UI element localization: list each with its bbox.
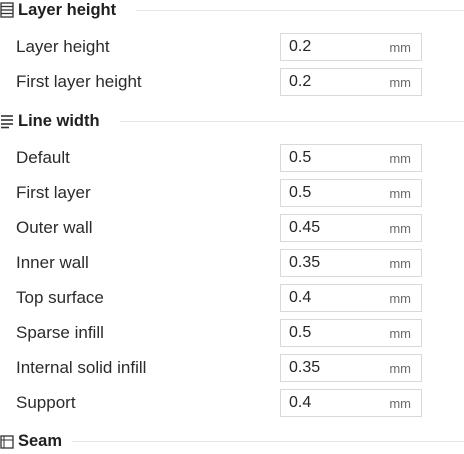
setting-label: Outer wall xyxy=(16,218,93,237)
inner-wall-line-width-input[interactable]: 0.35 mm xyxy=(280,249,422,277)
field-value[interactable]: 0.35 xyxy=(289,355,320,381)
unit-label: mm xyxy=(389,40,411,55)
setting-label: Sparse infill xyxy=(16,323,104,342)
field-value[interactable]: 0.5 xyxy=(289,145,311,171)
setting-label: First layer height xyxy=(16,72,142,91)
layers-icon xyxy=(0,2,14,18)
field-value[interactable]: 0.2 xyxy=(289,34,311,60)
first-layer-height-input[interactable]: 0.2 mm xyxy=(280,68,422,96)
field-value[interactable]: 0.35 xyxy=(289,250,320,276)
section-divider xyxy=(136,10,464,11)
section-header-layer-height: Layer height xyxy=(0,0,464,21)
setting-label: Default xyxy=(16,148,70,167)
setting-label: Layer height xyxy=(16,37,110,56)
setting-label: Internal solid infill xyxy=(16,358,147,377)
setting-label: Inner wall xyxy=(16,253,89,272)
setting-label: First layer xyxy=(16,183,91,202)
field-value[interactable]: 0.4 xyxy=(289,285,311,311)
section-title: Seam xyxy=(18,432,63,450)
unit-label: mm xyxy=(389,256,411,271)
section-header-line-width: Line width xyxy=(0,110,464,132)
unit-label: mm xyxy=(389,326,411,341)
sparse-infill-line-width-input[interactable]: 0.5 mm xyxy=(280,319,422,347)
line-width-icon xyxy=(0,113,14,129)
first-layer-line-width-input[interactable]: 0.5 mm xyxy=(280,179,422,207)
unit-label: mm xyxy=(389,291,411,306)
setting-label: Support xyxy=(16,393,76,412)
unit-label: mm xyxy=(389,151,411,166)
field-value[interactable]: 0.2 xyxy=(289,69,311,95)
outer-wall-line-width-input[interactable]: 0.45 mm xyxy=(280,214,422,242)
section-divider xyxy=(72,441,464,442)
field-value[interactable]: 0.4 xyxy=(289,390,311,416)
unit-label: mm xyxy=(389,186,411,201)
top-surface-line-width-input[interactable]: 0.4 mm xyxy=(280,284,422,312)
unit-label: mm xyxy=(389,75,411,90)
unit-label: mm xyxy=(389,221,411,236)
section-title: Line width xyxy=(18,112,100,130)
support-line-width-input[interactable]: 0.4 mm xyxy=(280,389,422,417)
field-value[interactable]: 0.45 xyxy=(289,215,320,241)
default-line-width-input[interactable]: 0.5 mm xyxy=(280,144,422,172)
setting-label: Top surface xyxy=(16,288,104,307)
section-title: Layer height xyxy=(18,1,117,19)
internal-solid-infill-line-width-input[interactable]: 0.35 mm xyxy=(280,354,422,382)
layer-height-input[interactable]: 0.2 mm xyxy=(280,33,422,61)
field-value[interactable]: 0.5 xyxy=(289,180,311,206)
field-value[interactable]: 0.5 xyxy=(289,320,311,346)
unit-label: mm xyxy=(389,396,411,411)
unit-label: mm xyxy=(389,361,411,376)
section-header-seam: Seam xyxy=(0,430,464,452)
section-divider xyxy=(120,121,464,122)
